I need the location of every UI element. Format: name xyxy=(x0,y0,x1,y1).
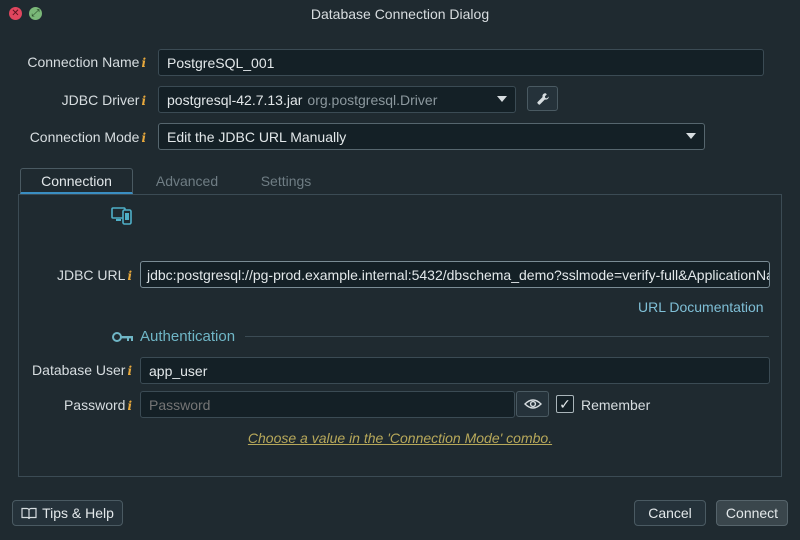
authentication-title: Authentication xyxy=(140,328,236,345)
connection-mode-hint: Choose a value in the 'Connection Mode' … xyxy=(247,430,553,446)
database-user-label: Database User i xyxy=(32,362,132,378)
database-user-input[interactable]: app_user xyxy=(140,357,770,384)
title-bar: ✕ ⤢ Database Connection Dialog xyxy=(0,0,800,28)
connection-name-label: Connection Name i xyxy=(27,54,146,70)
remember-label: Remember xyxy=(581,397,651,413)
password-label: Password i xyxy=(63,397,132,413)
connection-name-input[interactable]: PostgreSQL_001 xyxy=(158,49,764,76)
chevron-down-icon xyxy=(686,133,696,139)
connection-dialog: ✕ ⤢ Database Connection Dialog Connectio… xyxy=(0,0,800,540)
info-icon: i xyxy=(127,364,132,378)
tips-help-button[interactable]: Tips & Help xyxy=(12,500,123,526)
remember-checkbox[interactable]: ✓ xyxy=(556,395,574,413)
device-icon xyxy=(111,207,132,225)
key-icon xyxy=(112,331,133,342)
info-icon: i xyxy=(141,131,146,145)
show-password-button[interactable] xyxy=(516,391,549,417)
driver-settings-button[interactable] xyxy=(527,86,558,111)
jdbc-driver-label: JDBC Driver i xyxy=(61,92,146,108)
info-icon: i xyxy=(141,94,146,108)
window-title: Database Connection Dialog xyxy=(310,6,490,22)
section-divider xyxy=(245,336,769,337)
chevron-down-icon xyxy=(497,96,507,102)
authentication-section: Authentication xyxy=(112,328,769,345)
jdbc-driver-select[interactable]: postgresql-42.7.13.jar org.postgresql.Dr… xyxy=(158,86,516,113)
wrench-icon xyxy=(536,92,549,105)
checkmark-icon: ✓ xyxy=(559,395,571,412)
info-icon: i xyxy=(141,56,146,70)
connect-button[interactable]: Connect xyxy=(716,500,788,526)
eye-icon xyxy=(523,399,542,409)
connection-mode-label: Connection Mode i xyxy=(29,129,146,145)
tab-connection[interactable]: Connection xyxy=(20,168,133,194)
connection-mode-select[interactable]: Edit the JDBC URL Manually xyxy=(158,123,705,150)
info-icon: i xyxy=(127,399,132,413)
jdbc-url-input[interactable]: jdbc:postgresql://pg-prod.example.intern… xyxy=(140,261,770,288)
info-icon: i xyxy=(127,269,132,283)
password-input[interactable] xyxy=(140,391,515,418)
book-icon xyxy=(21,507,37,519)
cancel-button[interactable]: Cancel xyxy=(634,500,706,526)
tab-settings[interactable]: Settings xyxy=(244,168,328,194)
jdbc-url-label: JDBC URL i xyxy=(56,267,132,283)
tab-advanced[interactable]: Advanced xyxy=(140,168,234,194)
url-documentation-link[interactable]: URL Documentation xyxy=(638,299,764,315)
